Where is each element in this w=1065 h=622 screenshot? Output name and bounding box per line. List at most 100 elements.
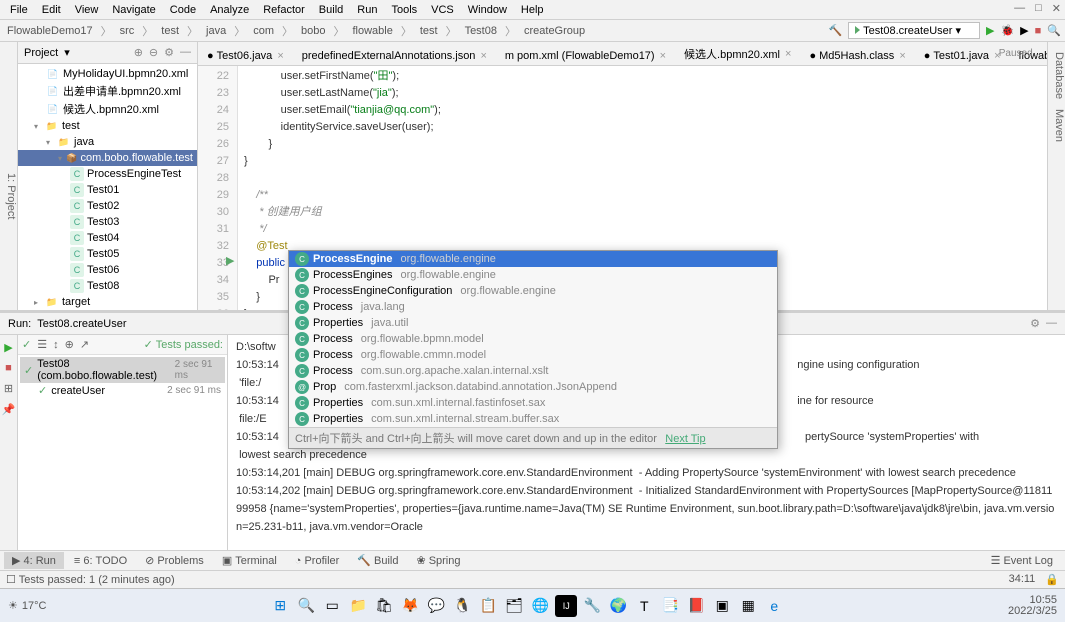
project-panel: Project ▾ ⊕ ⊖ ⚙ — 📄MyHolidayUI.bpmn20.xm… bbox=[18, 42, 198, 310]
app-icon[interactable]: 📋 bbox=[477, 595, 499, 617]
project-tree[interactable]: 📄MyHolidayUI.bpmn20.xml 📄出差申请单.bpmn20.xm… bbox=[18, 64, 197, 310]
taskview-icon[interactable]: ▭ bbox=[321, 595, 343, 617]
tab-bpmn[interactable]: 候选人.bpmn20.xml× bbox=[675, 42, 800, 65]
status-bar: ☐ Tests passed: 1 (2 minutes ago) 34:11 … bbox=[0, 570, 1065, 588]
bottom-tool-tabs: ▶ 4: Run ≡ 6: TODO ⊘ Problems ▣ Terminal… bbox=[0, 550, 1065, 570]
lock-icon[interactable]: 🔒 bbox=[1045, 573, 1059, 586]
check-icon[interactable]: ✓ bbox=[22, 338, 31, 351]
window-controls: — □ ✕ bbox=[1014, 2, 1061, 15]
export-icon[interactable]: ↗ bbox=[80, 338, 89, 351]
qq-icon[interactable]: 🐧 bbox=[451, 595, 473, 617]
search-icon[interactable]: 🔍 bbox=[295, 595, 317, 617]
bottom-tab-spring[interactable]: ❀ Spring bbox=[408, 552, 468, 569]
database-tool-button[interactable]: Database bbox=[1048, 52, 1065, 99]
tab-pom[interactable]: m pom.xml (FlowableDemo17)× bbox=[496, 46, 675, 65]
run-toolbar-left: ▶ ■ ⊞ 📌 bbox=[0, 335, 18, 550]
gear-icon[interactable]: ⚙ bbox=[164, 46, 174, 59]
intellij-icon[interactable]: IJ bbox=[555, 595, 577, 617]
menu-view[interactable]: View bbox=[69, 2, 105, 18]
hide-icon[interactable]: — bbox=[1046, 317, 1057, 330]
edge-icon[interactable]: e bbox=[763, 595, 785, 617]
app-icon[interactable]: ▦ bbox=[737, 595, 759, 617]
completion-popup[interactable]: CProcessEngineorg.flowable.engine CProce… bbox=[288, 250, 778, 449]
menu-window[interactable]: Window bbox=[462, 2, 513, 18]
nav-bar: FlowableDemo17〉 src〉 test〉 java〉 com〉 bo… bbox=[0, 20, 1065, 42]
bottom-tab-profiler[interactable]: ◔ Profiler bbox=[287, 553, 348, 569]
menu-bar: File Edit View Navigate Code Analyze Ref… bbox=[0, 0, 1065, 20]
store-icon[interactable]: 🛍 bbox=[373, 595, 395, 617]
pin-icon[interactable]: 📌 bbox=[2, 403, 16, 416]
test-class-row[interactable]: ✓Test08 (com.bobo.flowable.test)2 sec 91… bbox=[20, 357, 225, 383]
app-icon[interactable]: 🗂 bbox=[503, 595, 525, 617]
explorer-icon[interactable]: 📁 bbox=[347, 595, 369, 617]
firefox-icon[interactable]: 🦊 bbox=[399, 595, 421, 617]
completion-hint: Ctrl+向下箭头 and Ctrl+向上箭头 will move caret … bbox=[289, 427, 777, 448]
collapse-icon[interactable]: ⊖ bbox=[149, 46, 158, 59]
wechat-icon[interactable]: 💬 bbox=[425, 595, 447, 617]
caret-position: 34:11 bbox=[1009, 573, 1036, 586]
pdf-icon[interactable]: 📕 bbox=[685, 595, 707, 617]
project-tool-button[interactable]: 1: Project bbox=[5, 82, 17, 310]
menu-build[interactable]: Build bbox=[313, 2, 349, 18]
app-icon[interactable]: 🔧 bbox=[581, 595, 603, 617]
expand-icon[interactable]: ⊕ bbox=[65, 338, 74, 351]
menu-tools[interactable]: Tools bbox=[385, 2, 423, 18]
bottom-tab-eventlog[interactable]: ☰ Event Log bbox=[983, 552, 1061, 569]
debug-icon[interactable]: 🐞 bbox=[1000, 24, 1014, 37]
maven-tool-button[interactable]: Maven bbox=[1048, 109, 1065, 142]
tab-annotations[interactable]: predefinedExternalAnnotations.json× bbox=[293, 46, 496, 65]
stop-icon[interactable]: ■ bbox=[5, 362, 12, 374]
bottom-tab-build[interactable]: 🔨 Build bbox=[349, 552, 406, 569]
filter-icon[interactable]: ☰ bbox=[37, 338, 47, 351]
left-tool-strip: 1: Project Structure bbox=[0, 42, 18, 310]
layout-icon[interactable]: ⊞ bbox=[4, 382, 13, 395]
hammer-icon[interactable]: 🔨 bbox=[829, 24, 843, 37]
status-message: ☐ Tests passed: 1 (2 minutes ago) bbox=[6, 573, 175, 586]
sort-icon[interactable]: ↕ bbox=[53, 339, 59, 351]
test-tree: ✓ ☰ ↕ ⊕ ↗ ✓ Tests passed: ✓Test08 (com.b… bbox=[18, 335, 228, 550]
weather-widget[interactable]: ☀ 17°C bbox=[8, 599, 46, 612]
crumb-method[interactable]: createGroup bbox=[521, 24, 588, 38]
menu-analyze[interactable]: Analyze bbox=[204, 2, 255, 18]
tab-md5[interactable]: ● Md5Hash.class× bbox=[800, 46, 914, 65]
start-icon[interactable]: ⊞ bbox=[269, 595, 291, 617]
run-title: Run: bbox=[8, 318, 31, 330]
menu-run[interactable]: Run bbox=[351, 2, 383, 18]
completion-item-selected[interactable]: CProcessEngineorg.flowable.engine bbox=[289, 251, 777, 267]
rerun-icon[interactable]: ▶ bbox=[4, 341, 12, 354]
hide-icon[interactable]: — bbox=[180, 46, 191, 59]
stop-icon[interactable]: ■ bbox=[1035, 25, 1042, 37]
bottom-tab-problems[interactable]: ⊘ Problems bbox=[137, 552, 212, 569]
menu-help[interactable]: Help bbox=[515, 2, 550, 18]
chrome-icon[interactable]: 🌐 bbox=[529, 595, 551, 617]
menu-navigate[interactable]: Navigate bbox=[106, 2, 161, 18]
search-icon[interactable]: 🔍 bbox=[1047, 24, 1061, 37]
menu-code[interactable]: Code bbox=[164, 2, 202, 18]
bottom-tab-terminal[interactable]: ▣ Terminal bbox=[214, 552, 285, 569]
browser-icon[interactable]: 🌍 bbox=[607, 595, 629, 617]
menu-edit[interactable]: Edit bbox=[36, 2, 67, 18]
bottom-tab-run[interactable]: ▶ 4: Run bbox=[4, 552, 64, 569]
app-icon[interactable]: 📑 bbox=[659, 595, 681, 617]
minimize-icon[interactable]: — bbox=[1014, 2, 1025, 15]
next-tip-link[interactable]: Next Tip bbox=[665, 433, 705, 445]
coverage-icon[interactable]: ▶ bbox=[1020, 24, 1028, 37]
expand-icon[interactable]: ⊕ bbox=[134, 46, 143, 59]
test-method-row[interactable]: ✓createUser2 sec 91 ms bbox=[20, 383, 225, 398]
gear-icon[interactable]: ⚙ bbox=[1030, 317, 1040, 330]
crumb-project[interactable]: FlowableDemo17 bbox=[4, 24, 96, 38]
run-config-combo[interactable]: Test08.createUser ▾ bbox=[848, 22, 980, 39]
menu-refactor[interactable]: Refactor bbox=[257, 2, 311, 18]
app-icon[interactable]: ▣ bbox=[711, 595, 733, 617]
menu-file[interactable]: File bbox=[4, 2, 34, 18]
tab-test01[interactable]: ● Test01.java× bbox=[915, 46, 1010, 65]
menu-vcs[interactable]: VCS bbox=[425, 2, 460, 18]
paused-label: Paused... bbox=[999, 48, 1041, 59]
text-icon[interactable]: T bbox=[633, 595, 655, 617]
close-icon[interactable]: ✕ bbox=[1052, 2, 1061, 15]
bottom-tab-todo[interactable]: ≡ 6: TODO bbox=[66, 553, 135, 569]
tab-test06[interactable]: ● Test06.java× bbox=[198, 46, 293, 65]
system-clock[interactable]: 10:55 2022/3/25 bbox=[1008, 595, 1057, 617]
run-icon[interactable]: ▶ bbox=[986, 24, 994, 37]
maximize-icon[interactable]: □ bbox=[1035, 2, 1042, 15]
